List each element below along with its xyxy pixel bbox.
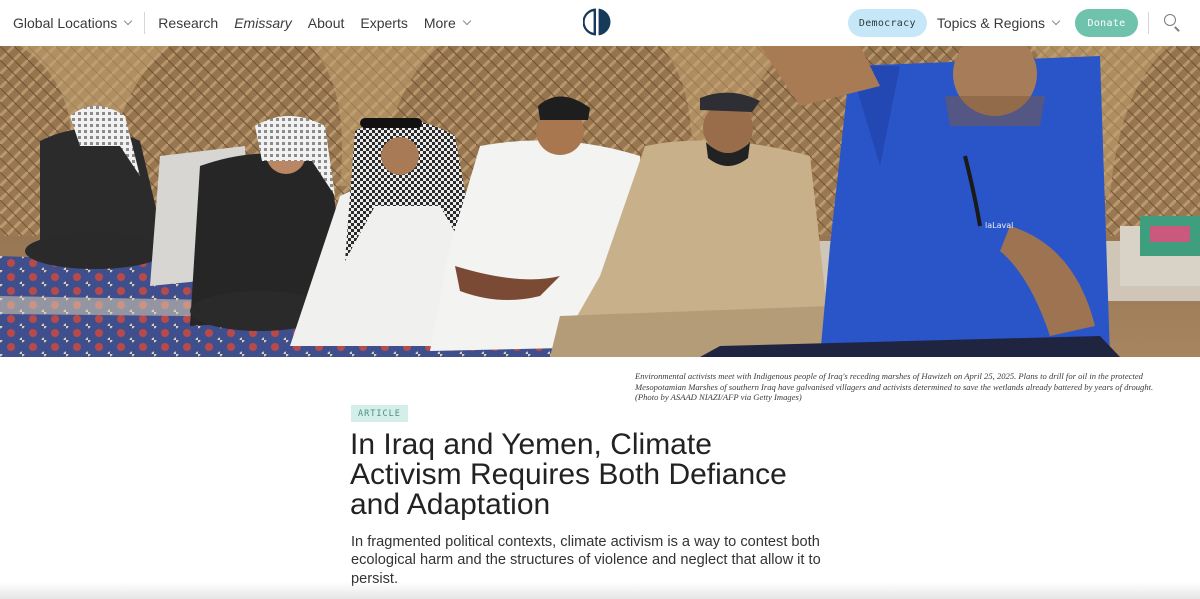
bottom-fade xyxy=(0,582,1200,599)
hero-photo: laLaval xyxy=(0,46,1200,357)
nav-experts-link[interactable]: Experts xyxy=(360,15,407,31)
search-icon[interactable] xyxy=(1159,9,1187,37)
logo-mark xyxy=(582,8,611,36)
article-title: In Iraq and Yemen, Climate Activism Requ… xyxy=(350,428,787,521)
topics-regions-menu[interactable]: Topics & Regions xyxy=(936,15,1061,31)
search-icon-handle xyxy=(1174,26,1180,32)
donate-button[interactable]: Donate xyxy=(1075,9,1138,37)
nav-more-menu[interactable]: More xyxy=(423,15,471,31)
nav-more-label: More xyxy=(423,15,456,31)
search-icon-ring xyxy=(1164,14,1176,26)
carnegie-logo-icon[interactable] xyxy=(582,8,611,36)
topics-regions-label: Topics & Regions xyxy=(936,15,1045,31)
utility-nav: Democracy Topics & Regions Donate xyxy=(847,0,1200,46)
chevron-down-icon xyxy=(1051,16,1061,26)
article-dek: In fragmented political contexts, climat… xyxy=(351,534,821,587)
nav-emissary-link[interactable]: Emissary xyxy=(234,15,292,31)
democracy-button[interactable]: Democracy xyxy=(847,9,927,37)
global-locations-menu[interactable]: Global Locations xyxy=(13,15,133,31)
article-type-badge[interactable]: ARTICLE xyxy=(351,405,408,422)
primary-nav: Global Locations Research Emissary About… xyxy=(13,0,471,46)
nav-divider xyxy=(144,12,146,34)
nav-divider xyxy=(1148,12,1149,34)
hero-shirt-text: laLaval xyxy=(985,221,1013,230)
hero-image: laLaval xyxy=(0,46,1200,357)
global-locations-label: Global Locations xyxy=(13,15,118,31)
site-header: Global Locations Research Emissary About… xyxy=(0,0,1200,46)
chevron-down-icon xyxy=(124,16,133,26)
nav-research-link[interactable]: Research xyxy=(158,15,218,31)
chevron-down-icon xyxy=(462,16,471,26)
hero-caption: Environmental activists meet with Indige… xyxy=(635,371,1154,403)
nav-about-link[interactable]: About xyxy=(308,15,345,31)
